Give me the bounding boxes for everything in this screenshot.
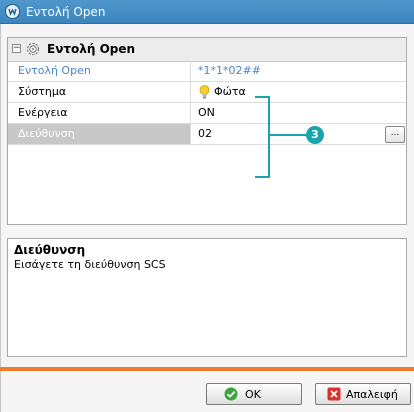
row-command-open[interactable]: Εντολή Open *1*1*02## [8, 61, 406, 82]
annotation-bracket-line [268, 96, 270, 178]
address-input[interactable]: 02 [198, 124, 212, 144]
accent-bar [0, 367, 414, 371]
description-title: Διεύθυνση [14, 243, 86, 257]
property-grid: − Εντολή Open Εντολή Open *1*1*02## Σύστ… [7, 37, 407, 225]
collapse-icon[interactable]: − [12, 44, 21, 53]
bulb-icon [199, 85, 210, 102]
browse-button[interactable]: ... [385, 126, 405, 143]
close-icon [327, 387, 341, 401]
grid-header: − Εντολή Open [8, 38, 406, 62]
app-icon [5, 4, 20, 19]
cancel-button[interactable]: Απαλειφή [315, 383, 411, 405]
row-label: Ενέργεια [8, 103, 191, 123]
row-value: *1*1*02## [198, 64, 261, 77]
row-label: Εντολή Open [8, 61, 191, 81]
row-system[interactable]: Σύστημα Φώτα [8, 82, 406, 103]
gear-icon [25, 41, 41, 60]
ok-button[interactable]: OK [206, 383, 302, 405]
annotation-bracket-top [255, 96, 270, 98]
row-label: Διεύθυνση [8, 124, 191, 144]
grid-title: Εντολή Open [47, 42, 136, 56]
description-panel: Διεύθυνση Εισάγετε τη διεύθυνση SCS [7, 238, 407, 357]
annotation-pointer [270, 134, 306, 136]
row-label: Σύστημα [8, 82, 191, 102]
cancel-label: Απαλειφή [346, 388, 398, 401]
annotation-bracket-bottom [255, 176, 270, 178]
window-title: Εντολή Open [26, 5, 106, 19]
row-address[interactable]: Διεύθυνση 02 ... [8, 124, 406, 145]
check-icon [224, 387, 238, 401]
title-bar: Εντολή Open [0, 0, 414, 24]
annotation-badge: 3 [306, 126, 324, 144]
row-value: Φώτα [214, 85, 246, 98]
description-text: Εισάγετε τη διεύθυνση SCS [14, 258, 166, 271]
row-value: ON [198, 106, 215, 119]
row-action[interactable]: Ενέργεια ON [8, 103, 406, 124]
ok-label: OK [245, 388, 261, 401]
